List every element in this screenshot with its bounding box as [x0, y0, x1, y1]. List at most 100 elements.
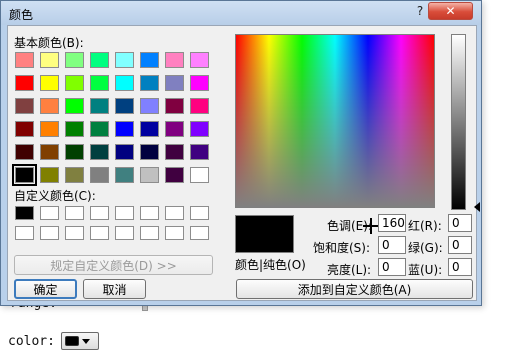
define-custom-colors-button[interactable]: 规定自定义颜色(D) >> — [14, 255, 213, 275]
basic-color-swatch[interactable] — [165, 167, 184, 183]
basic-color-swatch[interactable] — [190, 121, 209, 137]
basic-color-swatch[interactable] — [165, 75, 184, 91]
basic-color-swatch[interactable] — [165, 121, 184, 137]
saturation-field[interactable]: 0 — [378, 236, 406, 254]
custom-color-swatch[interactable] — [165, 206, 184, 220]
red-field[interactable]: 0 — [448, 214, 472, 232]
basic-color-swatch[interactable] — [40, 144, 59, 160]
custom-color-swatch[interactable] — [15, 206, 34, 220]
basic-color-swatch[interactable] — [90, 144, 109, 160]
close-icon[interactable]: ✕ — [428, 2, 473, 20]
basic-colors-grid — [12, 52, 209, 186]
basic-color-swatch[interactable] — [65, 167, 84, 183]
basic-color-swatch[interactable] — [90, 167, 109, 183]
basic-color-swatch[interactable] — [190, 75, 209, 91]
custom-color-swatch[interactable] — [165, 226, 184, 240]
basic-color-swatch[interactable] — [140, 167, 159, 183]
blue-label: 蓝(U): — [408, 263, 443, 277]
basic-color-swatch[interactable] — [90, 75, 109, 91]
basic-color-swatch[interactable] — [115, 52, 134, 68]
basic-color-swatch[interactable] — [65, 121, 84, 137]
basic-color-swatch[interactable] — [165, 144, 184, 160]
basic-color-swatch[interactable] — [40, 52, 59, 68]
custom-color-swatch[interactable] — [15, 226, 34, 240]
cancel-button[interactable]: 取消 — [83, 279, 146, 299]
basic-color-swatch[interactable] — [40, 98, 59, 114]
basic-color-swatch[interactable] — [115, 121, 134, 137]
basic-color-swatch[interactable] — [15, 75, 34, 91]
green-label: 绿(G): — [408, 241, 443, 255]
custom-color-swatch[interactable] — [190, 226, 209, 240]
basic-color-swatch[interactable] — [65, 98, 84, 114]
blue-field[interactable]: 0 — [448, 258, 472, 276]
basic-color-swatch[interactable] — [65, 75, 84, 91]
custom-colors-label: 自定义颜色(C): — [14, 189, 96, 203]
saturation-label: 饱和度(S): — [313, 241, 371, 255]
basic-color-swatch[interactable] — [15, 52, 34, 68]
basic-color-swatch[interactable] — [190, 52, 209, 68]
color-picker-swatch — [64, 336, 79, 346]
basic-color-swatch[interactable] — [190, 167, 209, 183]
custom-color-swatch[interactable] — [140, 206, 159, 220]
basic-color-swatch[interactable] — [115, 167, 134, 183]
custom-color-swatch[interactable] — [40, 206, 59, 220]
color-picker-button[interactable] — [60, 332, 99, 350]
basic-color-swatch[interactable] — [90, 52, 109, 68]
preview-label: 颜色|纯色(O) — [235, 258, 306, 272]
custom-color-swatch[interactable] — [115, 206, 134, 220]
question-mark-icon[interactable]: ? — [413, 4, 427, 18]
basic-color-swatch[interactable] — [15, 98, 34, 114]
color-spectrum[interactable] — [235, 34, 435, 208]
custom-color-swatch[interactable] — [140, 226, 159, 240]
custom-color-swatch[interactable] — [90, 226, 109, 240]
color-preview — [235, 215, 294, 253]
basic-color-swatch[interactable] — [40, 75, 59, 91]
basic-colors-label: 基本颜色(B): — [14, 36, 84, 50]
color-dialog: 颜色 ? ✕ 基本颜色(B): 自定义颜色(C): 规定自定义颜色(D) >> … — [0, 0, 482, 306]
basic-color-swatch[interactable] — [90, 121, 109, 137]
basic-color-swatch[interactable] — [115, 75, 134, 91]
basic-color-swatch[interactable] — [40, 121, 59, 137]
basic-color-swatch[interactable] — [40, 167, 59, 183]
luminance-arrow-icon[interactable] — [474, 202, 480, 212]
basic-color-swatch[interactable] — [65, 144, 84, 160]
basic-color-swatch[interactable] — [115, 98, 134, 114]
basic-color-swatch[interactable] — [165, 52, 184, 68]
custom-color-swatch[interactable] — [190, 206, 209, 220]
ok-button[interactable]: 确定 — [14, 279, 77, 299]
add-to-custom-colors-button[interactable]: 添加到自定义颜色(A) — [236, 279, 473, 299]
custom-color-swatch[interactable] — [40, 226, 59, 240]
basic-color-swatch[interactable] — [140, 144, 159, 160]
red-label: 红(R): — [408, 219, 442, 233]
luminance-label: 亮度(L): — [327, 263, 372, 277]
basic-color-swatch[interactable] — [140, 75, 159, 91]
basic-color-swatch[interactable] — [15, 144, 34, 160]
custom-colors-grid — [15, 206, 209, 240]
basic-color-swatch[interactable] — [140, 52, 159, 68]
luminance-field[interactable]: 0 — [378, 258, 406, 276]
basic-color-swatch[interactable] — [90, 98, 109, 114]
basic-color-swatch[interactable] — [190, 98, 209, 114]
green-field[interactable]: 0 — [448, 236, 472, 254]
basic-color-swatch[interactable] — [140, 121, 159, 137]
basic-color-swatch[interactable] — [190, 144, 209, 160]
basic-color-swatch[interactable] — [115, 144, 134, 160]
hue-field[interactable]: 160 — [378, 214, 406, 232]
custom-color-swatch[interactable] — [90, 206, 109, 220]
dialog-title: 颜色 — [9, 8, 34, 22]
custom-color-swatch[interactable] — [115, 226, 134, 240]
basic-color-swatch[interactable] — [12, 164, 37, 186]
basic-color-swatch[interactable] — [65, 52, 84, 68]
custom-color-swatch[interactable] — [65, 206, 84, 220]
dialog-client: 基本颜色(B): 自定义颜色(C): 规定自定义颜色(D) >> 确定 取消 颜… — [7, 25, 480, 301]
basic-color-swatch[interactable] — [140, 98, 159, 114]
custom-color-swatch[interactable] — [65, 226, 84, 240]
luminance-bar[interactable] — [451, 34, 466, 210]
chevron-down-icon — [81, 338, 90, 344]
color-label: color: — [8, 333, 55, 349]
dialog-titlebar: 颜色 ? ✕ — [1, 1, 481, 25]
basic-color-swatch[interactable] — [15, 121, 34, 137]
hue-label: 色调(E): — [327, 219, 372, 233]
basic-color-swatch[interactable] — [165, 98, 184, 114]
color-row: color: — [8, 332, 99, 350]
